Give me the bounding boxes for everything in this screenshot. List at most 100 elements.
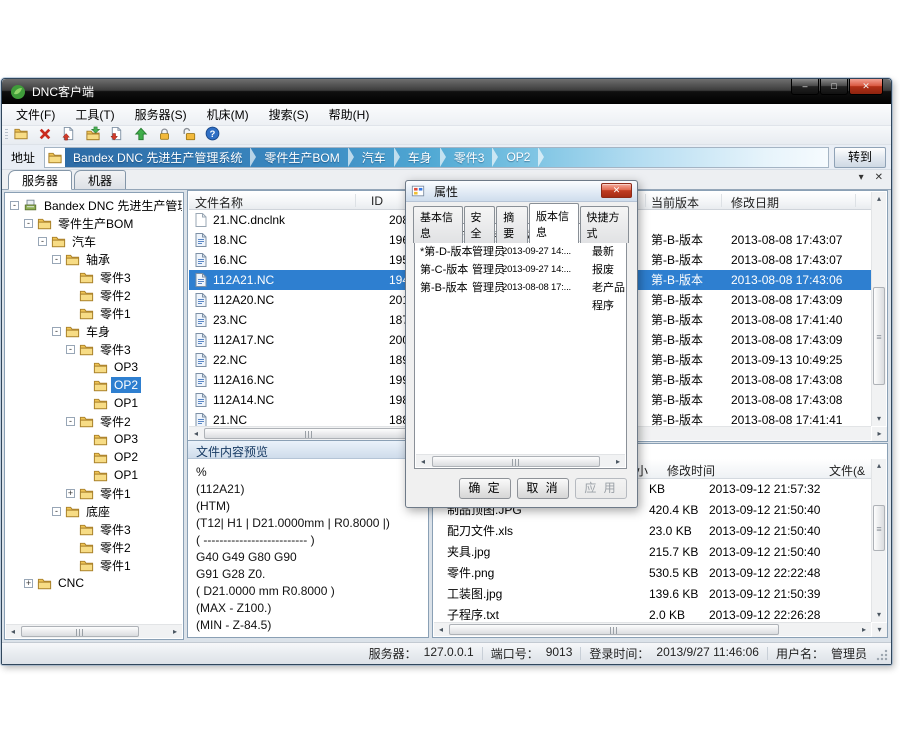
- tree-item[interactable]: 零件2: [6, 286, 182, 304]
- related-vscroll-thumb[interactable]: ≡: [873, 505, 885, 551]
- scroll-right-icon[interactable]: ▸: [168, 625, 182, 638]
- tree-item[interactable]: +零件1: [6, 484, 182, 502]
- tree-item[interactable]: 零件3: [6, 520, 182, 538]
- tree-item[interactable]: 零件1: [6, 304, 182, 322]
- version-row[interactable]: 第-B-版本管理员2013-08-08 17:...老产品程序: [415, 279, 626, 297]
- toolbar-file-upload-button[interactable]: [60, 127, 77, 144]
- tree-expander-icon[interactable]: -: [52, 255, 61, 264]
- related-hscrollbar[interactable]: ◂ ▸: [434, 622, 871, 636]
- tree-item[interactable]: -零件生产BOM: [6, 214, 182, 232]
- scroll-right-icon[interactable]: ▸: [872, 427, 887, 441]
- tree-item[interactable]: -轴承: [6, 250, 182, 268]
- file-list-vscroll-thumb[interactable]: ≡: [873, 287, 885, 385]
- close-button[interactable]: ✕: [849, 79, 883, 95]
- menu-item[interactable]: 搜索(S): [259, 103, 319, 126]
- tree-item[interactable]: -车身: [6, 322, 182, 340]
- menu-item[interactable]: 服务器(S): [125, 103, 197, 126]
- breadcrumb-segment[interactable]: Bandex DNC 先进生产管理系统: [65, 149, 250, 166]
- tree-item[interactable]: +CNC: [6, 574, 182, 592]
- tree-expander-icon[interactable]: -: [10, 201, 19, 210]
- toolbar-folder-import-button[interactable]: [84, 127, 101, 144]
- version-hscroll-thumb[interactable]: [432, 456, 600, 467]
- tree-item[interactable]: -汽车: [6, 232, 182, 250]
- go-button[interactable]: 转到: [834, 147, 886, 168]
- tab-机器[interactable]: 机器: [74, 170, 126, 189]
- table-row[interactable]: 夹具.jpg215.7 KB2013-09-12 21:50:40: [434, 542, 871, 563]
- tree-hscroll-thumb[interactable]: [21, 626, 139, 637]
- breadcrumb-segment[interactable]: 零件生产BOM: [256, 149, 347, 166]
- column-header[interactable]: 文件名称: [195, 194, 243, 211]
- toolbar-delete-button[interactable]: [36, 127, 53, 144]
- scroll-left-icon[interactable]: ◂: [6, 625, 20, 638]
- tree-item[interactable]: OP1: [6, 466, 182, 484]
- tab-list-dropdown-icon[interactable]: ▾: [859, 172, 864, 183]
- scroll-left-icon[interactable]: ◂: [189, 427, 203, 440]
- address-box[interactable]: Bandex DNC 先进生产管理系统零件生产BOM汽车车身零件3OP2: [44, 147, 829, 168]
- column-header[interactable]: 修改日期: [731, 194, 779, 211]
- toolbar-help-button[interactable]: ?: [204, 127, 221, 144]
- tree-expander-icon[interactable]: -: [38, 237, 47, 246]
- breadcrumb-segment[interactable]: 车身: [400, 149, 440, 166]
- menu-item[interactable]: 文件(F): [6, 103, 65, 126]
- titlebar[interactable]: DNC客户端 –□✕: [2, 79, 891, 104]
- tree-hscrollbar[interactable]: ◂ ▸: [6, 624, 182, 638]
- tree-item[interactable]: OP2: [6, 376, 182, 394]
- file-list-hscroll-thumb[interactable]: [204, 428, 414, 439]
- scroll-down-icon[interactable]: ▾: [872, 608, 886, 622]
- tree-item[interactable]: OP1: [6, 394, 182, 412]
- related-hscroll-thumb[interactable]: [449, 624, 779, 635]
- tree-item[interactable]: -零件2: [6, 412, 182, 430]
- column-header[interactable]: 当前版本: [651, 194, 699, 211]
- scroll-up-icon[interactable]: ▴: [872, 192, 886, 206]
- scroll-up-icon[interactable]: ▴: [872, 459, 886, 473]
- toolbar-unlock-button[interactable]: [180, 127, 197, 144]
- toolbar-lock-button[interactable]: [156, 127, 173, 144]
- related-vscrollbar[interactable]: ▴ ≡ ▾: [871, 459, 886, 622]
- version-row[interactable]: 第-C-版本管理员2013-09-27 14:...报废: [415, 261, 626, 279]
- toolbar-file-download-button[interactable]: [108, 127, 125, 144]
- dialog-tab-安全[interactable]: 安全: [464, 206, 496, 243]
- scroll-down-icon[interactable]: ▾: [872, 412, 886, 426]
- breadcrumb-segment[interactable]: 零件3: [446, 149, 493, 166]
- tree-expander-icon[interactable]: -: [52, 327, 61, 336]
- toolbar-upload-arrow-button[interactable]: [132, 127, 149, 144]
- tree-expander-icon[interactable]: -: [66, 345, 75, 354]
- tree-item[interactable]: 零件2: [6, 538, 182, 556]
- cancel-button[interactable]: 取 消: [517, 478, 569, 499]
- scroll-left-icon[interactable]: ◂: [434, 623, 448, 636]
- breadcrumb-segment[interactable]: OP2: [498, 150, 538, 164]
- maximize-button[interactable]: □: [820, 79, 848, 95]
- dialog-tab-摘要[interactable]: 摘要: [496, 206, 528, 243]
- tree-item[interactable]: OP2: [6, 448, 182, 466]
- dialog-close-button[interactable]: ✕: [601, 183, 632, 198]
- menu-item[interactable]: 机床(M): [197, 103, 259, 126]
- ok-button[interactable]: 确 定: [459, 478, 511, 499]
- tree-expander-icon[interactable]: -: [52, 507, 61, 516]
- version-row[interactable]: *第-D-版本管理员2013-09-27 14:...最新: [415, 243, 626, 261]
- tree-expander-icon[interactable]: -: [66, 417, 75, 426]
- column-header[interactable]: 修改时间: [667, 462, 715, 479]
- table-row[interactable]: 零件.png530.5 KB2013-09-12 22:22:48: [434, 563, 871, 584]
- table-row[interactable]: 配刀文件.xls23.0 KB2013-09-12 21:50:40: [434, 521, 871, 542]
- scroll-right-icon[interactable]: ▸: [857, 623, 871, 636]
- menu-item[interactable]: 工具(T): [65, 103, 124, 126]
- dialog-tab-快捷方式[interactable]: 快捷方式: [580, 206, 630, 243]
- table-row[interactable]: 工装图.jpg139.6 KB2013-09-12 21:50:39: [434, 584, 871, 605]
- tree-item[interactable]: OP3: [6, 358, 182, 376]
- tree-item[interactable]: 零件1: [6, 556, 182, 574]
- toolbar-folder-button[interactable]: [12, 127, 29, 144]
- version-hscrollbar[interactable]: ◂ ▸: [416, 454, 625, 467]
- scroll-right-icon[interactable]: ▸: [611, 455, 625, 468]
- scroll-down-icon[interactable]: ▾: [872, 623, 887, 637]
- column-header[interactable]: 文件(&: [829, 462, 865, 479]
- dialog-titlebar[interactable]: 属性 ✕: [406, 181, 637, 202]
- tree-item[interactable]: -零件3: [6, 340, 182, 358]
- close-pane-icon[interactable]: ✕: [875, 172, 883, 183]
- tree-item[interactable]: -Bandex DNC 先进生产管理系统: [6, 196, 182, 214]
- dialog-tab-基本信息[interactable]: 基本信息: [413, 206, 463, 243]
- tree-item[interactable]: 零件3: [6, 268, 182, 286]
- table-row[interactable]: 子程序.txt2.0 KB2013-09-12 22:26:28: [434, 605, 871, 622]
- scroll-left-icon[interactable]: ◂: [416, 455, 430, 468]
- tree-expander-icon[interactable]: -: [24, 219, 33, 228]
- tree-expander-icon[interactable]: +: [24, 579, 33, 588]
